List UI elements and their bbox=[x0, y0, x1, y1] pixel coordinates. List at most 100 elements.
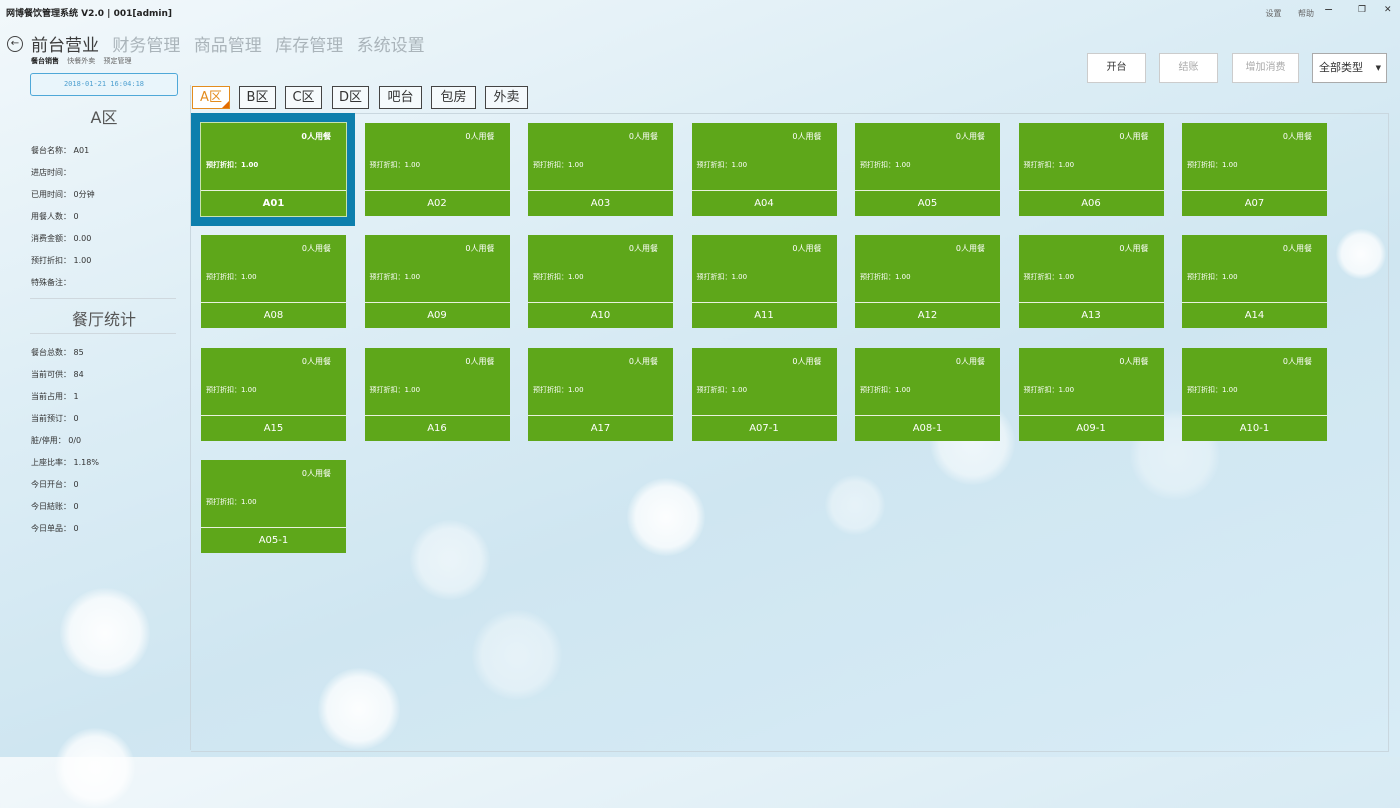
table-name: A13 bbox=[1081, 310, 1101, 322]
table-persons: 0人用餐 bbox=[792, 356, 822, 366]
table-persons: 0人用餐 bbox=[628, 132, 658, 141]
tab-area-4[interactable]: 吧台 bbox=[379, 86, 422, 109]
title-bar: 网博餐饮管理系统 V2.0 | 001[admin] 设置 帮助 − ❐ ✕ bbox=[0, 0, 1400, 24]
table-discount: 预打折扣：1.00 bbox=[696, 273, 748, 282]
table-persons: 0人用餐 bbox=[1282, 132, 1312, 141]
table-discount: 预打折扣：1.00 bbox=[1187, 273, 1238, 282]
help-link[interactable]: 帮助 bbox=[1298, 9, 1314, 18]
tab-area-6[interactable]: 外卖 bbox=[485, 86, 528, 109]
table-card[interactable]: 0人用餐预打折扣：1.00 A14 bbox=[1182, 235, 1327, 329]
table-persons: 0人用餐 bbox=[955, 356, 985, 366]
table-persons: 0人用餐 bbox=[301, 132, 331, 141]
table-discount: 预打折扣：1.00 bbox=[860, 273, 911, 282]
table-persons: 0人用餐 bbox=[465, 132, 495, 141]
table-name: A07 bbox=[1244, 198, 1265, 209]
table-name: A15 bbox=[263, 422, 284, 434]
table-persons: 0人用餐 bbox=[792, 244, 822, 254]
table-card[interactable]: 0人用餐 预打折扣：1.00 A05-1 bbox=[201, 459, 346, 553]
nav-inventory[interactable]: 库存管理 bbox=[275, 36, 343, 56]
table-card[interactable]: 0人用餐 预打折扣：1.00 A05 bbox=[855, 123, 1000, 216]
table-discount: 预打折扣：1.00 bbox=[369, 385, 421, 394]
bokeh-circle bbox=[55, 728, 135, 808]
bokeh-circle bbox=[60, 588, 150, 678]
tab-area-2[interactable]: C区 bbox=[285, 86, 322, 109]
table-name: A05 bbox=[917, 198, 938, 209]
subnav-takeout[interactable]: 快餐外卖 bbox=[67, 57, 95, 65]
table-card[interactable]: 0人用餐 预打折扣：1.00 A08 bbox=[201, 235, 346, 329]
table-name: A08 bbox=[263, 310, 284, 322]
table-name: A14 bbox=[1244, 310, 1265, 322]
table-name: A17 bbox=[590, 422, 611, 434]
nav-settings[interactable]: 系统设置 bbox=[357, 36, 425, 56]
table-persons: 0人用餐 bbox=[1282, 244, 1312, 254]
subnav-reservation[interactable]: 预定管理 bbox=[103, 57, 131, 65]
nav-products[interactable]: 商品管理 bbox=[194, 36, 262, 56]
type-select[interactable]: 全部类型 ▼ bbox=[1312, 53, 1387, 83]
subnav-table-sales[interactable]: 餐台销售 bbox=[31, 57, 59, 65]
table-persons: 0人用餐 bbox=[1119, 356, 1149, 366]
table-info-row: 预打折扣： 1.00 bbox=[31, 256, 92, 265]
table-card[interactable]: 0人用餐 预打折扣：1.00 A03 bbox=[528, 123, 673, 216]
stats-row: 今日单品： 0 bbox=[31, 524, 79, 533]
open-table-button[interactable]: 开台 bbox=[1087, 53, 1146, 83]
table-card[interactable]: 0人用餐 预打折扣：1.00 A17 bbox=[528, 347, 673, 441]
table-card[interactable]: 0人用餐 预打折扣：1.00 A08-1 bbox=[855, 347, 1000, 441]
stats-row: 当前预订： 0 bbox=[31, 414, 79, 423]
area-title: A区 bbox=[90, 108, 118, 127]
table-persons: 0人用餐 bbox=[1119, 244, 1149, 254]
table-discount: 预打折扣：1.00 bbox=[533, 273, 584, 282]
restore-icon[interactable]: ❐ bbox=[1358, 5, 1366, 15]
table-card[interactable]: 0人用餐 预打折扣：1.00 A06 bbox=[1018, 123, 1164, 216]
table-card[interactable]: 0人用餐 预打折扣：1.00 A10-1 bbox=[1182, 347, 1327, 441]
table-card[interactable]: 0人用餐 预打折扣：1.00 A12 bbox=[855, 235, 1000, 329]
table-discount: 预打折扣：1.00 bbox=[369, 161, 421, 169]
stats-row: 脏/停用： 0/0 bbox=[31, 436, 82, 445]
table-card[interactable]: 0人用餐 预打折扣：1.00 A11 bbox=[691, 235, 837, 329]
table-card[interactable]: 0人用餐 预打折扣：1.00 A10 bbox=[528, 235, 673, 329]
table-name: A09 bbox=[427, 310, 447, 322]
stats-row: 今日結账： 0 bbox=[31, 502, 79, 511]
table-discount: 预打折扣：1.00 bbox=[860, 385, 911, 394]
table-card[interactable]: 0人用餐 预打折扣：1.00 A07-1 bbox=[691, 347, 837, 441]
chevron-down-icon: ▼ bbox=[1375, 64, 1381, 72]
tab-area-5[interactable]: 包房 bbox=[431, 86, 476, 109]
main-nav: 前台营业 财务管理 商品管理 库存管理 系统设置 bbox=[31, 31, 433, 56]
nav-front-business[interactable]: 前台营业 bbox=[31, 36, 99, 56]
window-links: 设置 帮助 bbox=[1251, 8, 1314, 19]
table-card[interactable]: 0人用餐 预打折扣：1.00 A09-1 bbox=[1018, 347, 1164, 441]
table-card[interactable]: 0人用餐 预打折扣：1.00 A07 bbox=[1182, 123, 1327, 216]
table-card[interactable]: 0人用餐 预打折扣：1.00 A04 bbox=[691, 123, 837, 216]
table-name: A02 bbox=[427, 198, 447, 209]
table-persons: 0人用餐 bbox=[465, 356, 495, 366]
nav-finance[interactable]: 财务管理 bbox=[112, 36, 180, 56]
table-discount: 预打折扣：1.00 bbox=[1023, 273, 1075, 282]
minimize-icon[interactable]: − bbox=[1324, 3, 1333, 16]
table-persons: 0人用餐 bbox=[465, 244, 495, 254]
table-card[interactable]: 0人用餐预打折扣：1.00 A13 bbox=[1018, 235, 1164, 329]
back-icon[interactable]: ← bbox=[7, 36, 23, 52]
table-name: A09-1 bbox=[1076, 422, 1106, 434]
table-card[interactable]: 0人用餐 预打折扣：1.00 A09 bbox=[364, 235, 510, 329]
table-card[interactable]: 0人用餐预打折扣：1.00 A02 bbox=[364, 123, 510, 216]
table-name: A01 bbox=[262, 198, 285, 209]
table-persons: 0人用餐 bbox=[792, 132, 822, 141]
settings-link[interactable]: 设置 bbox=[1265, 9, 1281, 18]
tab-area-3[interactable]: D区 bbox=[332, 86, 369, 109]
table-persons: 0人用餐 bbox=[1119, 132, 1149, 141]
tab-area-1[interactable]: B区 bbox=[239, 86, 276, 109]
datetime-display: 2018-01-21 16:04:18 bbox=[30, 73, 178, 96]
stats-row: 餐台总数： 85 bbox=[31, 348, 84, 357]
close-icon[interactable]: ✕ bbox=[1384, 5, 1392, 15]
table-discount: 预打折扣：1.00 bbox=[696, 385, 748, 394]
table-card[interactable]: 0人用餐 预打折扣：1.00 A01 bbox=[200, 122, 347, 217]
table-discount: 预打折扣：1.00 bbox=[206, 273, 257, 282]
table-card[interactable]: 0人用餐 预打折扣：1.00 A15 bbox=[201, 347, 346, 441]
tab-area-0[interactable]: A区 bbox=[192, 86, 230, 109]
table-discount: 预打折扣：1.00 bbox=[696, 161, 748, 169]
table-card[interactable]: 0人用餐 预打折扣：1.00 A16 bbox=[364, 347, 510, 441]
checkout-button[interactable]: 结账 bbox=[1159, 53, 1218, 83]
table-name: A03 bbox=[590, 198, 611, 209]
table-persons: 0人用餐 bbox=[955, 244, 985, 254]
add-consumption-button[interactable]: 增加消费 bbox=[1232, 53, 1299, 83]
table-discount: 预打折扣：1.00 bbox=[206, 385, 257, 394]
